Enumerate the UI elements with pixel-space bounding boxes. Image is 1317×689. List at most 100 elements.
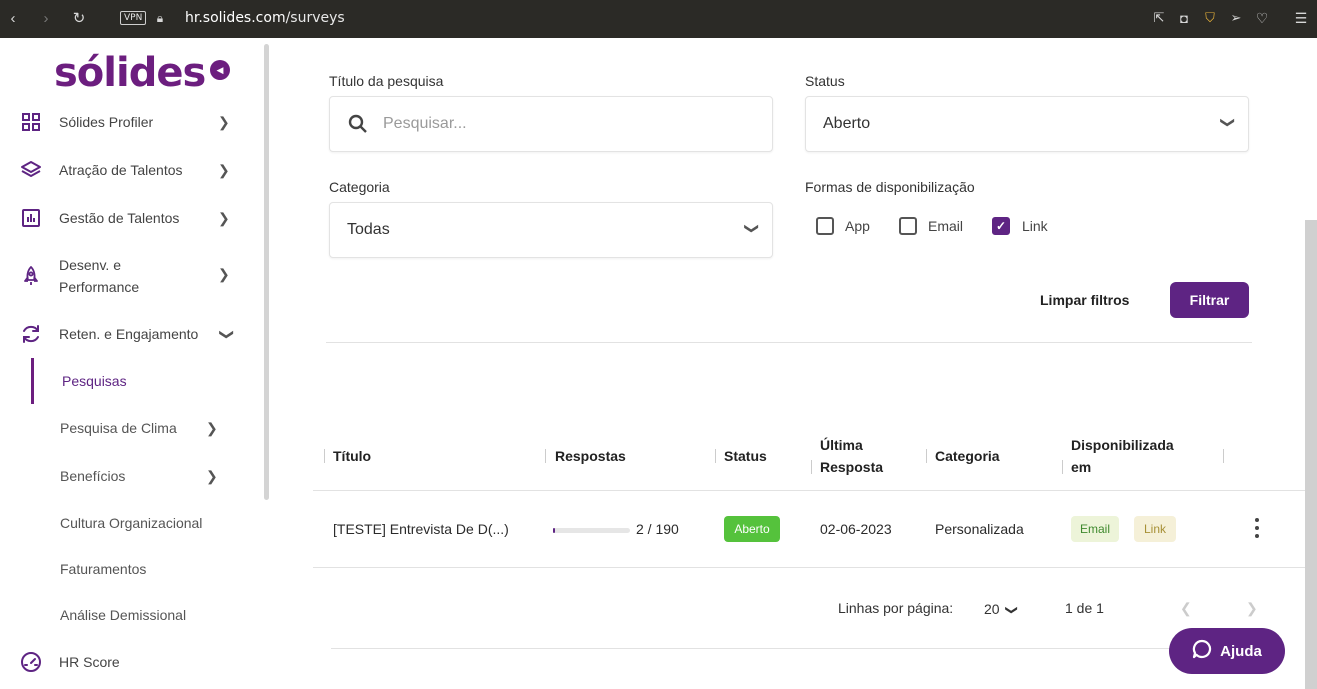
sidebar-item-attraction[interactable]: Atração de Talentos ❯ (0, 159, 262, 181)
chat-icon (1192, 639, 1212, 663)
status-select[interactable]: Aberto ❯ (805, 96, 1249, 152)
column-header-responses[interactable]: Respostas (555, 445, 626, 467)
chevron-down-icon: ❯ (219, 328, 236, 340)
chevron-right-icon: ❯ (206, 420, 218, 436)
link-checkbox[interactable]: ✓ (992, 217, 1010, 235)
availability-label: Formas de disponibilização (805, 179, 975, 195)
search-placeholder: Pesquisar... (383, 115, 467, 132)
chevron-down-icon: ❯ (1220, 116, 1237, 129)
category-select[interactable]: Todas ❯ (329, 202, 773, 258)
sidebar-subitem-climate[interactable]: Pesquisa de Clima (60, 420, 177, 436)
email-tag: Email (1071, 516, 1119, 542)
link-checkbox-label: Link (1022, 218, 1048, 234)
chevron-right-icon: ❯ (218, 113, 230, 130)
column-separator (1223, 449, 1224, 463)
search-icon (348, 114, 368, 139)
refresh-icon (20, 323, 42, 345)
address-bar[interactable]: hr.solides.com/surveys (185, 10, 345, 26)
more-options-icon[interactable] (1250, 518, 1264, 538)
browser-toolbar: ‹ › ↻ VPN 🔒︎ hr.solides.com/surveys ⇱ ◘ … (0, 0, 1317, 38)
chevron-right-icon: ❯ (206, 468, 218, 484)
sidebar-item-label-line2: Performance (59, 279, 140, 295)
responses-progress-bar (553, 528, 630, 533)
sidebar-subitem-billing[interactable]: Faturamentos (60, 561, 146, 577)
link-tag: Link (1134, 516, 1176, 542)
column-header-title[interactable]: Título (333, 445, 371, 467)
sidebar-subitem-exit-analysis[interactable]: Análise Demissional (60, 607, 186, 623)
rows-per-page-select[interactable]: 20 ❯ (984, 601, 1020, 617)
camera-icon[interactable]: ◘ (1175, 9, 1193, 27)
send-icon[interactable]: ➢ (1227, 9, 1245, 27)
sidebar-item-development[interactable]: Desenv. e Performance ❯ (0, 254, 262, 298)
column-header-category[interactable]: Categoria (935, 445, 1000, 467)
sidebar-item-retention[interactable]: Reten. e Engajamento ❯ (0, 323, 262, 345)
sidebar-subitem-benefits[interactable]: Benefícios (60, 468, 125, 484)
prev-page-icon[interactable]: ❮ (1180, 600, 1192, 617)
sidebar-item-label: Sólides Profiler (59, 114, 154, 130)
chevron-down-icon: ❯ (1005, 604, 1020, 616)
sidebar: sólides ◀ Sólides Profiler ❯ Atração de … (0, 38, 270, 689)
row-category: Personalizada (935, 521, 1024, 537)
next-page-icon[interactable]: ❯ (1246, 600, 1258, 617)
forward-icon[interactable]: › (37, 9, 55, 27)
chart-icon (20, 207, 42, 229)
sidebar-subitem-culture[interactable]: Cultura Organizacional (60, 515, 202, 531)
collapse-sidebar-button[interactable]: ◀ (210, 60, 230, 80)
rocket-icon (20, 265, 42, 287)
clear-filters-button[interactable]: Limpar filtros (1040, 292, 1129, 308)
email-checkbox-label: Email (928, 218, 964, 234)
lock-icon: 🔒︎ (156, 10, 164, 25)
column-header-available-in[interactable]: Disponibilizada em (1071, 434, 1174, 478)
sidebar-item-talent-management[interactable]: Gestão de Talentos ❯ (0, 207, 262, 229)
shield-icon[interactable]: ⛉ (1201, 9, 1219, 27)
status-label: Status (805, 73, 845, 89)
column-separator (1062, 460, 1063, 474)
sidebar-item-hr-score[interactable]: HR Score (0, 651, 262, 673)
share-icon[interactable]: ⇱ (1150, 9, 1168, 27)
heart-icon[interactable]: ♡ (1253, 9, 1271, 27)
sidebar-item-profiler[interactable]: Sólides Profiler ❯ (0, 111, 262, 133)
reload-icon[interactable]: ↻ (70, 9, 88, 27)
help-button[interactable]: Ajuda (1169, 628, 1285, 674)
status-badge: Aberto (724, 516, 780, 542)
sidebar-item-label: Reten. e Engajamento (59, 326, 199, 342)
vpn-badge[interactable]: VPN (120, 11, 147, 25)
chevron-right-icon: ❯ (218, 161, 230, 178)
column-header-last-response[interactable]: Última Resposta (820, 434, 883, 478)
row-responses: 2 / 190 (636, 521, 679, 537)
logo[interactable]: sólides (54, 50, 206, 96)
column-separator (545, 449, 546, 463)
sidebar-item-label: Desenv. e (59, 257, 121, 273)
sidebar-subitem-surveys[interactable]: Pesquisas (62, 373, 127, 389)
progress-fill (553, 528, 555, 533)
column-separator (715, 449, 716, 463)
rows-per-page-label: Linhas por página: (838, 600, 954, 616)
sidebar-item-label: Atração de Talentos (59, 162, 183, 178)
active-indicator (31, 358, 34, 404)
filter-button[interactable]: Filtrar (1170, 282, 1249, 318)
category-label: Categoria (329, 179, 390, 195)
sidebar-item-label: HR Score (59, 654, 120, 670)
menu-icon[interactable]: ☰ (1292, 9, 1310, 27)
sidebar-scrollbar[interactable] (264, 44, 269, 500)
grid-icon (20, 111, 42, 133)
layers-icon (20, 159, 42, 181)
main-scrollbar[interactable] (1305, 220, 1317, 689)
chevron-down-icon: ❯ (744, 222, 761, 235)
pagination-divider (331, 648, 1255, 649)
column-header-status[interactable]: Status (724, 445, 767, 467)
chevron-right-icon: ❯ (218, 266, 230, 282)
back-icon[interactable]: ‹ (4, 9, 22, 27)
table-header-divider (313, 490, 1305, 491)
gauge-icon (20, 651, 42, 673)
category-value: Todas (347, 221, 390, 238)
status-value: Aberto (823, 115, 871, 132)
search-input[interactable]: Pesquisar... (329, 96, 773, 152)
survey-title-label: Título da pesquisa (329, 73, 444, 89)
app-checkbox[interactable] (816, 217, 834, 235)
app-checkbox-label: App (845, 218, 870, 234)
row-divider (313, 567, 1305, 568)
email-checkbox[interactable] (899, 217, 917, 235)
sidebar-item-label: Gestão de Talentos (59, 210, 180, 226)
row-title[interactable]: [TESTE] Entrevista De D(...) (333, 521, 509, 537)
